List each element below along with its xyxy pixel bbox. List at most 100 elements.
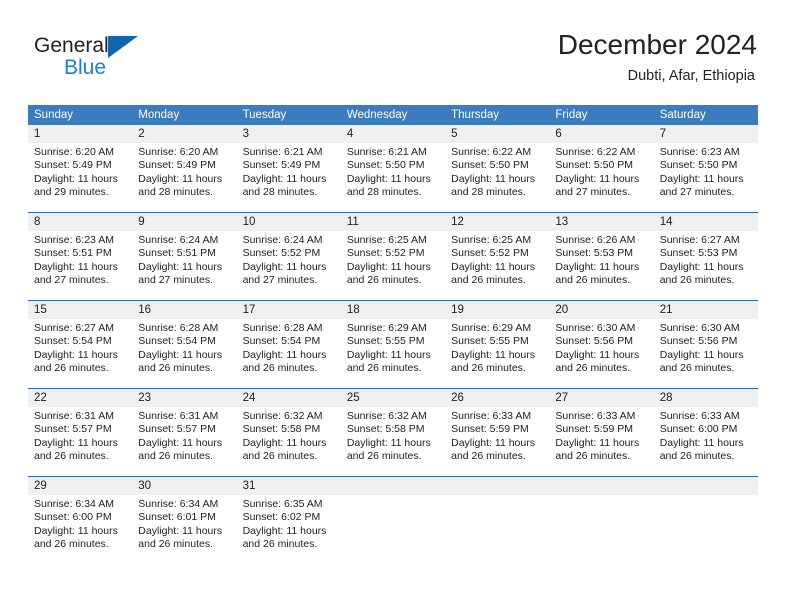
day-cell[interactable]: 29 Sunrise: 6:34 AM Sunset: 6:00 PM Dayl… bbox=[28, 477, 133, 557]
day-cell[interactable]: 25 Sunrise: 6:32 AM Sunset: 5:58 PM Dayl… bbox=[340, 389, 446, 469]
day-cell[interactable]: 21 Sunrise: 6:30 AM Sunset: 5:56 PM Dayl… bbox=[653, 301, 758, 381]
day-details: Sunrise: 6:25 AM Sunset: 5:52 PM Dayligh… bbox=[341, 231, 445, 288]
day-cell[interactable]: 7 Sunrise: 6:23 AM Sunset: 5:50 PM Dayli… bbox=[653, 125, 758, 205]
day-cell[interactable]: 5 Sunrise: 6:22 AM Sunset: 5:50 PM Dayli… bbox=[445, 125, 550, 205]
sunset-text: Sunset: 5:52 PM bbox=[451, 247, 529, 260]
weekday-saturday: Saturday bbox=[659, 109, 706, 121]
day-details: Sunrise: 6:34 AM Sunset: 6:01 PM Dayligh… bbox=[132, 495, 236, 552]
daylight-text-line2: and 27 minutes. bbox=[138, 274, 213, 287]
day-cell[interactable]: 30 Sunrise: 6:34 AM Sunset: 6:01 PM Dayl… bbox=[132, 477, 237, 557]
day-cell[interactable]: 13 Sunrise: 6:26 AM Sunset: 5:53 PM Dayl… bbox=[549, 213, 654, 293]
day-cell[interactable]: 23 Sunrise: 6:31 AM Sunset: 5:57 PM Dayl… bbox=[132, 389, 237, 469]
day-details: Sunrise: 6:33 AM Sunset: 5:59 PM Dayligh… bbox=[549, 407, 653, 464]
sunset-text: Sunset: 5:49 PM bbox=[138, 159, 216, 172]
day-number: 12 bbox=[445, 213, 550, 231]
day-details: Sunrise: 6:34 AM Sunset: 6:00 PM Dayligh… bbox=[28, 495, 132, 552]
day-number bbox=[653, 477, 758, 495]
daylight-text-line1: Daylight: 11 hours bbox=[555, 172, 640, 185]
day-details: Sunrise: 6:35 AM Sunset: 6:02 PM Dayligh… bbox=[237, 495, 341, 552]
day-cell[interactable]: 24 Sunrise: 6:32 AM Sunset: 5:58 PM Dayl… bbox=[236, 389, 341, 469]
day-number: 26 bbox=[445, 389, 550, 407]
day-cell[interactable]: 19 Sunrise: 6:29 AM Sunset: 5:55 PM Dayl… bbox=[445, 301, 550, 381]
sunset-text: Sunset: 5:55 PM bbox=[346, 335, 425, 348]
day-number: 23 bbox=[132, 389, 237, 407]
day-cell[interactable]: 27 Sunrise: 6:33 AM Sunset: 5:59 PM Dayl… bbox=[549, 389, 654, 469]
day-number: 17 bbox=[236, 301, 341, 319]
calendar-page: General Blue December 2024 Dubti, Afar, … bbox=[0, 0, 792, 612]
sunset-text: Sunset: 5:53 PM bbox=[659, 247, 738, 260]
day-cell[interactable]: 2 Sunrise: 6:20 AM Sunset: 5:49 PM Dayli… bbox=[132, 125, 237, 205]
day-number: 15 bbox=[28, 301, 133, 319]
day-cell[interactable]: 9 Sunrise: 6:24 AM Sunset: 5:51 PM Dayli… bbox=[132, 213, 237, 293]
daylight-text-line1: Daylight: 11 hours bbox=[138, 348, 223, 361]
sunrise-text: Sunrise: 6:28 AM bbox=[138, 322, 219, 334]
daylight-text-line2: and 29 minutes. bbox=[34, 186, 109, 199]
sunrise-text: Sunrise: 6:25 AM bbox=[451, 234, 532, 246]
sunrise-text: Sunrise: 6:34 AM bbox=[138, 498, 219, 510]
day-cell[interactable]: 4 Sunrise: 6:21 AM Sunset: 5:50 PM Dayli… bbox=[340, 125, 446, 205]
sunrise-text: Sunrise: 6:22 AM bbox=[555, 146, 636, 158]
sunset-text: Sunset: 5:56 PM bbox=[659, 335, 738, 348]
calendar-week-row: 8 Sunrise: 6:23 AM Sunset: 5:51 PM Dayli… bbox=[28, 212, 758, 293]
calendar-week-row: 1 Sunrise: 6:20 AM Sunset: 5:49 PM Dayli… bbox=[28, 125, 758, 205]
daylight-text-line1: Daylight: 11 hours bbox=[451, 348, 535, 361]
sunset-text: Sunset: 5:58 PM bbox=[242, 423, 321, 436]
daylight-text-line1: Daylight: 11 hours bbox=[451, 172, 535, 185]
daylight-text-line2: and 26 minutes. bbox=[346, 362, 422, 375]
daylight-text-line1: Daylight: 11 hours bbox=[138, 172, 223, 185]
day-cell[interactable]: 8 Sunrise: 6:23 AM Sunset: 5:51 PM Dayli… bbox=[28, 213, 133, 293]
sunset-text: Sunset: 5:56 PM bbox=[555, 335, 634, 348]
day-details: Sunrise: 6:31 AM Sunset: 5:57 PM Dayligh… bbox=[28, 407, 132, 464]
day-cell[interactable]: 14 Sunrise: 6:27 AM Sunset: 5:53 PM Dayl… bbox=[653, 213, 758, 293]
daylight-text-line1: Daylight: 11 hours bbox=[555, 260, 640, 273]
day-cell[interactable]: 18 Sunrise: 6:29 AM Sunset: 5:55 PM Dayl… bbox=[340, 301, 446, 381]
day-cell[interactable]: 22 Sunrise: 6:31 AM Sunset: 5:57 PM Dayl… bbox=[28, 389, 133, 469]
day-number bbox=[549, 477, 654, 495]
daylight-text-line1: Daylight: 11 hours bbox=[34, 524, 118, 537]
day-details bbox=[549, 495, 653, 498]
sunrise-text: Sunrise: 6:28 AM bbox=[242, 322, 323, 334]
day-cell[interactable]: 10 Sunrise: 6:24 AM Sunset: 5:52 PM Dayl… bbox=[236, 213, 341, 293]
daylight-text-line1: Daylight: 11 hours bbox=[555, 348, 640, 361]
calendar-week-row: 15 Sunrise: 6:27 AM Sunset: 5:54 PM Dayl… bbox=[28, 300, 758, 381]
day-cell-empty bbox=[549, 477, 654, 557]
day-number: 28 bbox=[653, 389, 758, 407]
daylight-text-line1: Daylight: 11 hours bbox=[242, 348, 327, 361]
sunset-text: Sunset: 6:01 PM bbox=[138, 511, 216, 524]
day-cell[interactable]: 28 Sunrise: 6:33 AM Sunset: 6:00 PM Dayl… bbox=[653, 389, 758, 469]
day-details: Sunrise: 6:26 AM Sunset: 5:53 PM Dayligh… bbox=[549, 231, 653, 288]
day-cell[interactable]: 26 Sunrise: 6:33 AM Sunset: 5:59 PM Dayl… bbox=[445, 389, 550, 469]
day-number: 16 bbox=[132, 301, 237, 319]
day-cell[interactable]: 31 Sunrise: 6:35 AM Sunset: 6:02 PM Dayl… bbox=[236, 477, 341, 557]
sunset-text: Sunset: 5:50 PM bbox=[555, 159, 634, 172]
daylight-text-line1: Daylight: 11 hours bbox=[34, 172, 118, 185]
daylight-text-line2: and 28 minutes. bbox=[346, 186, 422, 199]
sunrise-text: Sunrise: 6:21 AM bbox=[242, 146, 323, 158]
day-cell[interactable]: 20 Sunrise: 6:30 AM Sunset: 5:56 PM Dayl… bbox=[549, 301, 654, 381]
day-cell[interactable]: 1 Sunrise: 6:20 AM Sunset: 5:49 PM Dayli… bbox=[28, 125, 133, 205]
sunset-text: Sunset: 5:58 PM bbox=[346, 423, 425, 436]
day-cell[interactable]: 3 Sunrise: 6:21 AM Sunset: 5:49 PM Dayli… bbox=[236, 125, 341, 205]
day-details bbox=[341, 495, 445, 498]
day-cell[interactable]: 11 Sunrise: 6:25 AM Sunset: 5:52 PM Dayl… bbox=[340, 213, 446, 293]
day-cell[interactable]: 6 Sunrise: 6:22 AM Sunset: 5:50 PM Dayli… bbox=[549, 125, 654, 205]
day-details: Sunrise: 6:30 AM Sunset: 5:56 PM Dayligh… bbox=[549, 319, 653, 376]
daylight-text-line1: Daylight: 11 hours bbox=[451, 436, 535, 449]
day-cell[interactable]: 16 Sunrise: 6:28 AM Sunset: 5:54 PM Dayl… bbox=[132, 301, 237, 381]
day-details: Sunrise: 6:28 AM Sunset: 5:54 PM Dayligh… bbox=[132, 319, 236, 376]
daylight-text-line2: and 26 minutes. bbox=[242, 450, 318, 463]
general-blue-logo[interactable]: General Blue bbox=[34, 34, 254, 88]
sunset-text: Sunset: 5:50 PM bbox=[659, 159, 738, 172]
day-number: 11 bbox=[340, 213, 446, 231]
day-number: 13 bbox=[549, 213, 654, 231]
day-details: Sunrise: 6:33 AM Sunset: 5:59 PM Dayligh… bbox=[445, 407, 549, 464]
day-cell[interactable]: 12 Sunrise: 6:25 AM Sunset: 5:52 PM Dayl… bbox=[445, 213, 550, 293]
daylight-text-line2: and 26 minutes. bbox=[659, 274, 735, 287]
day-details: Sunrise: 6:21 AM Sunset: 5:50 PM Dayligh… bbox=[341, 143, 445, 200]
day-cell[interactable]: 15 Sunrise: 6:27 AM Sunset: 5:54 PM Dayl… bbox=[28, 301, 133, 381]
sunset-text: Sunset: 5:52 PM bbox=[242, 247, 321, 260]
daylight-text-line1: Daylight: 11 hours bbox=[242, 172, 327, 185]
day-cell[interactable]: 17 Sunrise: 6:28 AM Sunset: 5:54 PM Dayl… bbox=[236, 301, 341, 381]
daylight-text-line2: and 26 minutes. bbox=[555, 450, 631, 463]
day-number: 6 bbox=[549, 125, 654, 143]
